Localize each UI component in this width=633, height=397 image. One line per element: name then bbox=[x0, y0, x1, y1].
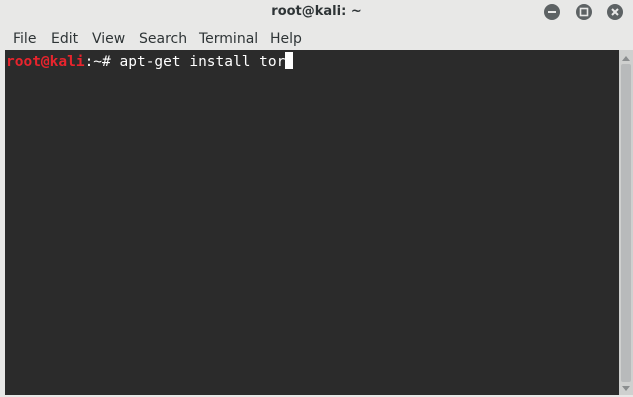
menu-terminal[interactable]: Terminal bbox=[199, 30, 258, 48]
vertical-scrollbar[interactable] bbox=[619, 50, 633, 395]
scroll-up-icon[interactable] bbox=[622, 56, 630, 61]
terminal-window: root@kali: ~ File Edit View Search Termi… bbox=[0, 0, 633, 397]
menu-search[interactable]: Search bbox=[139, 30, 187, 48]
scroll-down-icon[interactable] bbox=[622, 386, 630, 391]
minimize-icon bbox=[548, 11, 556, 13]
command-line: root@kali:~# apt-get install tor bbox=[6, 52, 294, 71]
text-cursor bbox=[285, 52, 294, 69]
title-bar[interactable]: root@kali: ~ bbox=[0, 0, 633, 26]
scrollbar-thumb[interactable] bbox=[621, 64, 631, 382]
maximize-button[interactable] bbox=[576, 4, 592, 20]
maximize-icon bbox=[579, 7, 589, 17]
window-title: root@kali: ~ bbox=[271, 4, 362, 19]
menu-file[interactable]: File bbox=[13, 30, 36, 48]
terminal-output[interactable]: root@kali:~# apt-get install tor bbox=[5, 50, 619, 395]
prompt-user-host: root@kali bbox=[6, 54, 85, 70]
menu-edit[interactable]: Edit bbox=[51, 30, 78, 48]
close-button[interactable] bbox=[607, 4, 623, 20]
menu-help[interactable]: Help bbox=[270, 30, 302, 48]
menu-view[interactable]: View bbox=[92, 30, 125, 48]
prompt-path: :~# bbox=[84, 54, 120, 70]
menu-bar: File Edit View Search Terminal Help bbox=[0, 26, 633, 50]
minimize-button[interactable] bbox=[544, 4, 560, 20]
command-text: apt-get install tor bbox=[119, 54, 286, 70]
close-icon bbox=[611, 8, 619, 16]
